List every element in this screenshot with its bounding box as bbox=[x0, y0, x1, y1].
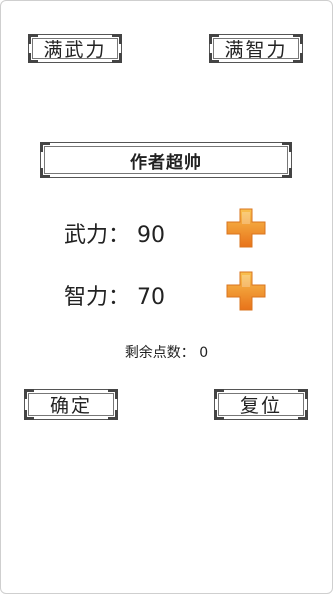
confirm-label: 确定 bbox=[49, 395, 92, 417]
page-title: 作者超帅 bbox=[130, 152, 202, 173]
remaining-points: 剩余点数： 0 bbox=[0, 342, 333, 362]
title-banner: 作者超帅 bbox=[40, 142, 292, 178]
force-value: 90 bbox=[137, 223, 166, 248]
force-label: 武力： bbox=[64, 223, 131, 248]
add-force-icon[interactable] bbox=[225, 207, 267, 249]
max-intelligence-button[interactable]: 满智力 bbox=[209, 34, 303, 63]
max-intelligence-label: 满智力 bbox=[224, 39, 288, 61]
app-frame bbox=[0, 0, 333, 594]
add-intelligence-icon[interactable] bbox=[225, 270, 267, 312]
confirm-button[interactable]: 确定 bbox=[24, 389, 118, 420]
force-stat: 武力： 90 bbox=[64, 217, 165, 249]
remaining-points-value: 0 bbox=[199, 345, 209, 361]
reset-button[interactable]: 复位 bbox=[214, 389, 308, 420]
reset-label: 复位 bbox=[239, 395, 282, 417]
max-force-label: 满武力 bbox=[43, 39, 107, 61]
intelligence-label: 智力： bbox=[64, 285, 131, 310]
intelligence-stat: 智力： 70 bbox=[64, 279, 165, 311]
intelligence-value: 70 bbox=[137, 285, 166, 310]
max-force-button[interactable]: 满武力 bbox=[28, 34, 122, 63]
remaining-points-label: 剩余点数： bbox=[124, 345, 195, 361]
